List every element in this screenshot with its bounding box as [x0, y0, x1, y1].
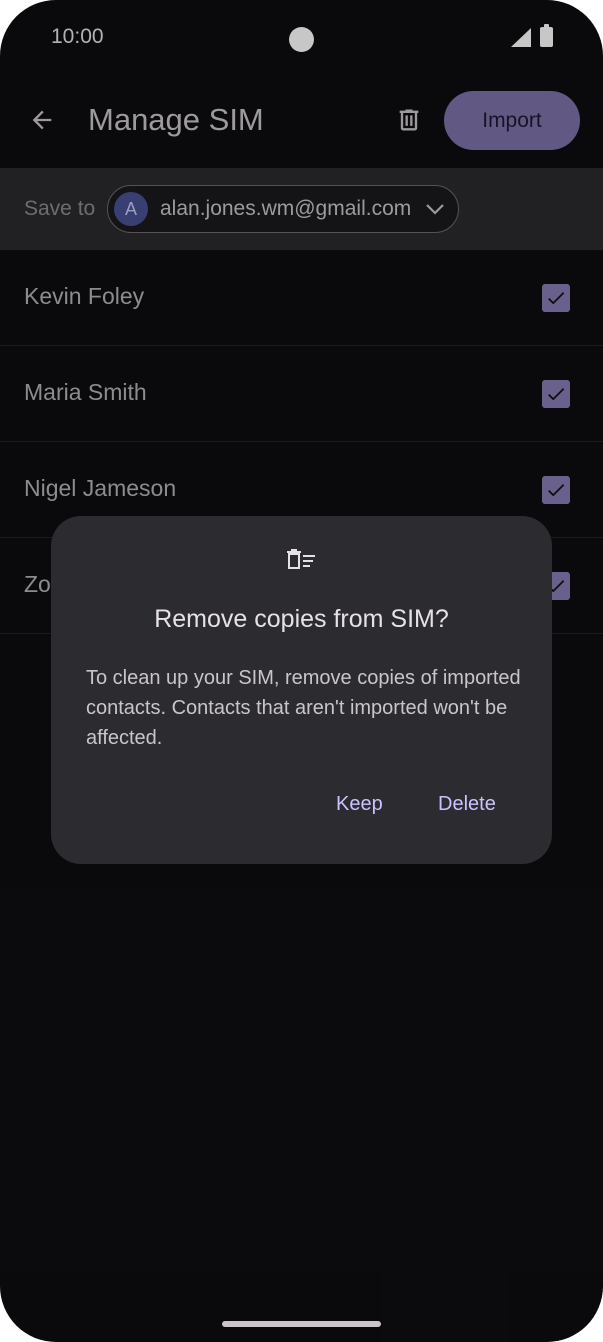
dialog-message: To clean up your SIM, remove copies of i…: [86, 667, 521, 749]
delete-confirm-button[interactable]: Delete: [438, 793, 496, 816]
phone-screen: 10:00 Manage SIM Import Save to A alan.j…: [0, 0, 603, 1342]
delete-sweep-icon: [287, 549, 315, 569]
remove-copies-dialog: Remove copies from SIM? To clean up your…: [51, 516, 552, 864]
keep-button[interactable]: Keep: [336, 793, 383, 816]
dialog-title: Remove copies from SIM?: [154, 605, 449, 633]
home-indicator[interactable]: [222, 1321, 381, 1327]
